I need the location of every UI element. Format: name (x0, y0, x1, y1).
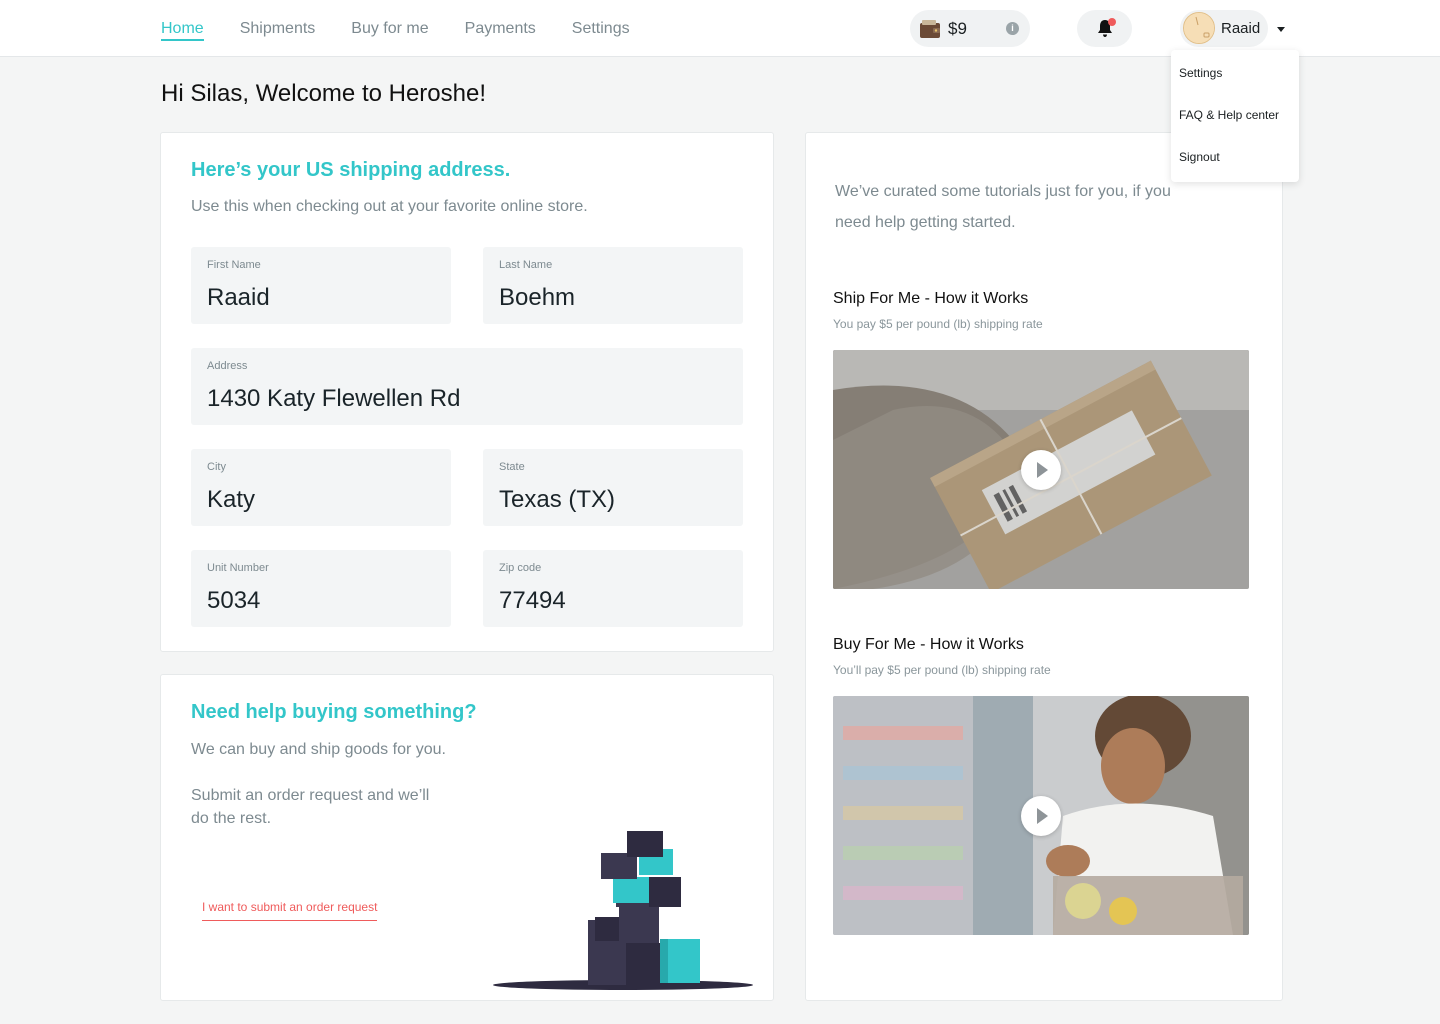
play-icon[interactable] (1021, 450, 1061, 490)
address-card-title: Here’s your US shipping address. (191, 159, 511, 181)
info-icon[interactable]: i (1006, 22, 1019, 35)
last-name-field: Last Name Boehm (483, 247, 743, 324)
tutorial-title-ship-for-me: Ship For Me - How it Works (833, 290, 1029, 307)
tutorial-title-buy-for-me: Buy For Me - How it Works (833, 636, 1024, 653)
field-value: 5034 (207, 587, 261, 614)
nav-item-settings[interactable]: Settings (572, 0, 630, 57)
buy-card-title: Need help buying something? (191, 701, 477, 723)
main-nav: Home Shipments Buy for me Payments Setti… (161, 0, 666, 57)
buy-for-me-card: Need help buying something? We can buy a… (160, 674, 774, 1001)
user-dropdown-menu: Settings FAQ & Help center Signout (1171, 50, 1299, 182)
tutorials-intro-line2: need help getting started. (835, 214, 1016, 231)
buy-card-line3: do the rest. (191, 810, 272, 827)
play-icon[interactable] (1021, 796, 1061, 836)
unit-number-field: Unit Number 5034 (191, 550, 451, 627)
menu-item-signout[interactable]: Signout (1179, 150, 1220, 164)
wallet-icon (920, 20, 940, 38)
first-name-field: First Name Raaid (191, 247, 451, 324)
chevron-down-icon[interactable] (1277, 27, 1285, 32)
user-name: Raaid (1221, 20, 1261, 37)
address-card-subtitle: Use this when checking out at your favor… (191, 198, 588, 215)
notifications-button[interactable] (1077, 10, 1132, 47)
nav-item-shipments[interactable]: Shipments (240, 0, 316, 57)
field-label: State (499, 461, 525, 473)
tutorial-subtitle-buy-for-me: You’ll pay $5 per pound (lb) shipping ra… (833, 663, 1051, 677)
user-menu-button[interactable]: Raaid (1180, 10, 1268, 47)
field-value: Texas (TX) (499, 486, 616, 513)
avatar (1183, 12, 1215, 44)
field-label: First Name (207, 259, 261, 271)
nav-item-home[interactable]: Home (161, 0, 204, 57)
shipping-address-card: Here’s your US shipping address. Use thi… (160, 132, 774, 652)
buy-card-line1: We can buy and ship goods for you. (191, 741, 446, 758)
menu-item-faq-help[interactable]: FAQ & Help center (1179, 108, 1279, 122)
menu-item-settings[interactable]: Settings (1179, 66, 1222, 80)
wallet-amount: $9 (948, 19, 967, 38)
video-ship-for-me[interactable] (833, 350, 1249, 589)
field-label: City (207, 461, 226, 473)
field-value: Boehm (499, 284, 576, 311)
zip-code-field: Zip code 77494 (483, 550, 743, 627)
field-value: 77494 (499, 587, 566, 614)
tutorials-card: We’ve curated some tutorials just for yo… (805, 132, 1283, 1001)
tutorial-subtitle-ship-for-me: You pay $5 per pound (lb) shipping rate (833, 317, 1043, 331)
state-field: State Texas (TX) (483, 449, 743, 526)
city-field: City Katy (191, 449, 451, 526)
video-buy-for-me[interactable] (833, 696, 1249, 935)
field-value: Katy (207, 486, 256, 513)
notification-badge (1108, 18, 1116, 26)
top-navigation-bar: Home Shipments Buy for me Payments Setti… (0, 0, 1440, 57)
nav-item-buy-for-me[interactable]: Buy for me (351, 0, 428, 57)
nav-item-payments[interactable]: Payments (465, 0, 536, 57)
buy-card-line2: Submit an order request and we’ll (191, 787, 430, 804)
tutorials-intro-line1: We’ve curated some tutorials just for yo… (835, 183, 1171, 200)
address-field: Address 1430 Katy Flewellen Rd (191, 348, 743, 425)
field-label: Zip code (499, 562, 542, 574)
page-title: Hi Silas, Welcome to Heroshe! (161, 80, 487, 107)
field-label: Address (207, 360, 248, 372)
field-value: Raaid (207, 284, 270, 311)
wallet-balance[interactable]: $9 i (910, 10, 1030, 47)
boxes-illustration (493, 831, 753, 990)
field-label: Unit Number (207, 562, 269, 574)
field-value: 1430 Katy Flewellen Rd (207, 385, 461, 412)
submit-order-request-link[interactable]: I want to submit an order request (202, 900, 378, 921)
field-label: Last Name (499, 259, 553, 271)
